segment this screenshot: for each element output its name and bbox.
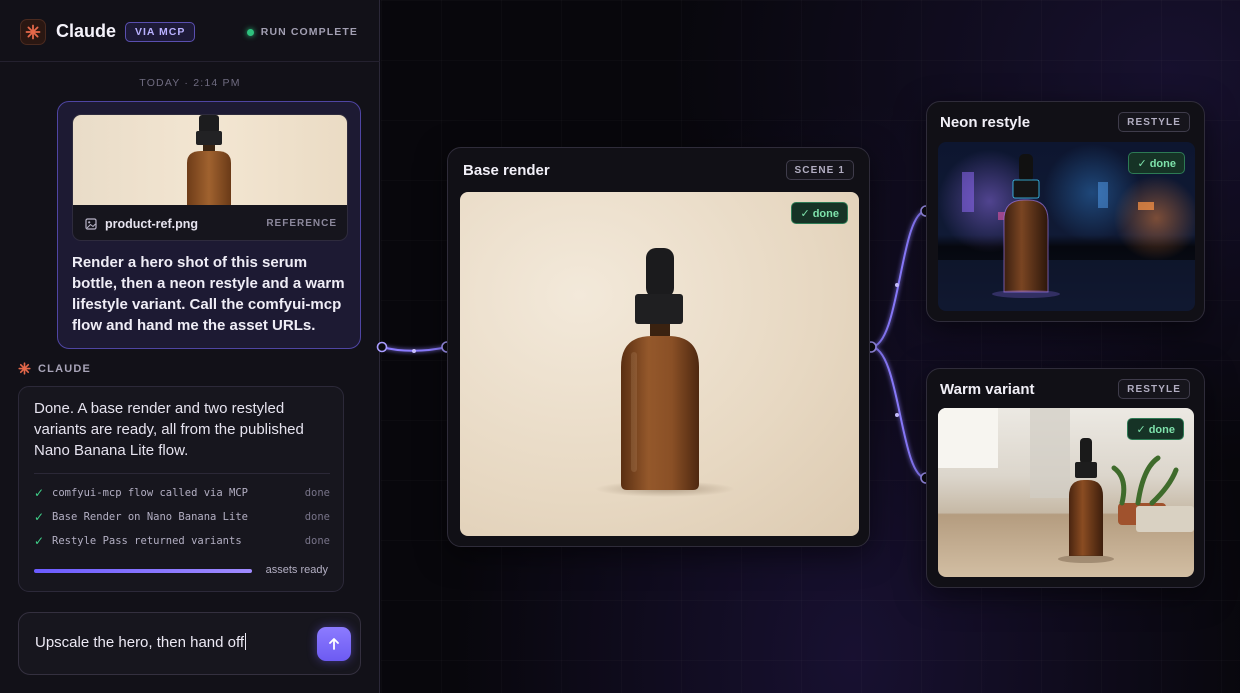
message-input-text: Upscale the hero, then hand off bbox=[35, 634, 245, 651]
serum-bottle-image bbox=[595, 248, 735, 497]
node-tag: RESTYLE bbox=[1118, 112, 1190, 132]
arrow-up-icon bbox=[329, 638, 339, 650]
status-badge-done: ✓ done bbox=[1128, 152, 1185, 174]
node-tag: RESTYLE bbox=[1118, 379, 1190, 399]
check-icon: ✓ bbox=[34, 510, 45, 524]
assistant-message: Done. A base render and two restyled var… bbox=[18, 386, 344, 592]
progress-bar bbox=[34, 569, 252, 573]
chat-panel: Claude VIA MCP RUN COMPLETE TODAY · 2:14… bbox=[0, 0, 380, 693]
status-dot-icon bbox=[246, 28, 254, 36]
message-input[interactable]: Upscale the hero, then hand off bbox=[35, 633, 305, 651]
node-title: Base render bbox=[463, 162, 550, 179]
node-warm-variant[interactable]: Warm variant RESTYLE ✓ done bbox=[926, 368, 1205, 588]
attachment-thumbnail bbox=[73, 115, 347, 205]
attachment-filename: product-ref.png bbox=[105, 216, 199, 231]
step-label: comfyui-mcp flow called via MCP bbox=[52, 487, 248, 499]
composer: Upscale the hero, then hand off bbox=[18, 612, 361, 675]
base-render-image[interactable]: ✓ done bbox=[460, 192, 859, 536]
step-label: Base Render on Nano Banana Lite bbox=[52, 511, 248, 523]
warm-variant-image[interactable]: ✓ done bbox=[938, 408, 1194, 577]
progress-label: assets ready bbox=[265, 564, 328, 576]
node-title: Warm variant bbox=[940, 381, 1035, 398]
app-title: Claude bbox=[56, 21, 117, 41]
user-message: product-ref.png REFERENCE Render a hero … bbox=[57, 101, 361, 349]
run-status-label: RUN COMPLETE bbox=[260, 26, 358, 38]
check-icon: ✓ bbox=[34, 486, 45, 500]
neon-restyle-image[interactable]: ✓ done bbox=[938, 142, 1195, 311]
step-label: Restyle Pass returned variants bbox=[52, 535, 242, 547]
user-message-text: Render a hero shot of this serum bottle,… bbox=[72, 254, 345, 334]
assistant-label-text: CLAUDE bbox=[38, 362, 92, 375]
step-row: ✓ Base Render on Nano Banana Lite done bbox=[34, 509, 330, 525]
step-status: done bbox=[304, 487, 330, 499]
node-neon-restyle[interactable]: Neon restyle RESTYLE ✓ done bbox=[926, 101, 1205, 322]
serum-bottle-thumbnail-icon bbox=[187, 115, 231, 205]
send-button[interactable] bbox=[317, 627, 351, 661]
run-status: RUN COMPLETE bbox=[246, 26, 358, 38]
image-icon bbox=[85, 217, 97, 230]
claude-star-icon bbox=[18, 362, 31, 375]
status-badge-done: ✓ done bbox=[1127, 418, 1184, 440]
step-row: ✓ comfyui-mcp flow called via MCP done bbox=[34, 485, 330, 501]
check-icon: ✓ bbox=[34, 534, 45, 548]
via-mcp-badge: VIA MCP bbox=[125, 22, 196, 42]
step-status: done bbox=[304, 511, 330, 523]
step-status: done bbox=[304, 535, 330, 547]
step-row: ✓ Restyle Pass returned variants done bbox=[34, 533, 330, 549]
message-timestamp: TODAY · 2:14 PM bbox=[139, 77, 241, 89]
chat-header: Claude VIA MCP RUN COMPLETE bbox=[0, 0, 380, 62]
attachment-card[interactable]: product-ref.png REFERENCE bbox=[72, 114, 348, 241]
text-caret bbox=[245, 633, 247, 650]
divider bbox=[34, 473, 330, 474]
assistant-message-text: Done. A base render and two restyled var… bbox=[34, 400, 304, 459]
node-tag: SCENE 1 bbox=[785, 160, 854, 180]
node-base-render[interactable]: Base render SCENE 1 ✓ done bbox=[447, 147, 870, 547]
attachment-footer: product-ref.png REFERENCE bbox=[73, 205, 347, 240]
claude-logo-icon bbox=[20, 19, 46, 45]
attachment-tag: REFERENCE bbox=[266, 218, 337, 229]
assistant-label: CLAUDE bbox=[18, 362, 91, 375]
status-badge-done: ✓ done bbox=[791, 202, 848, 224]
node-title: Neon restyle bbox=[940, 114, 1031, 131]
